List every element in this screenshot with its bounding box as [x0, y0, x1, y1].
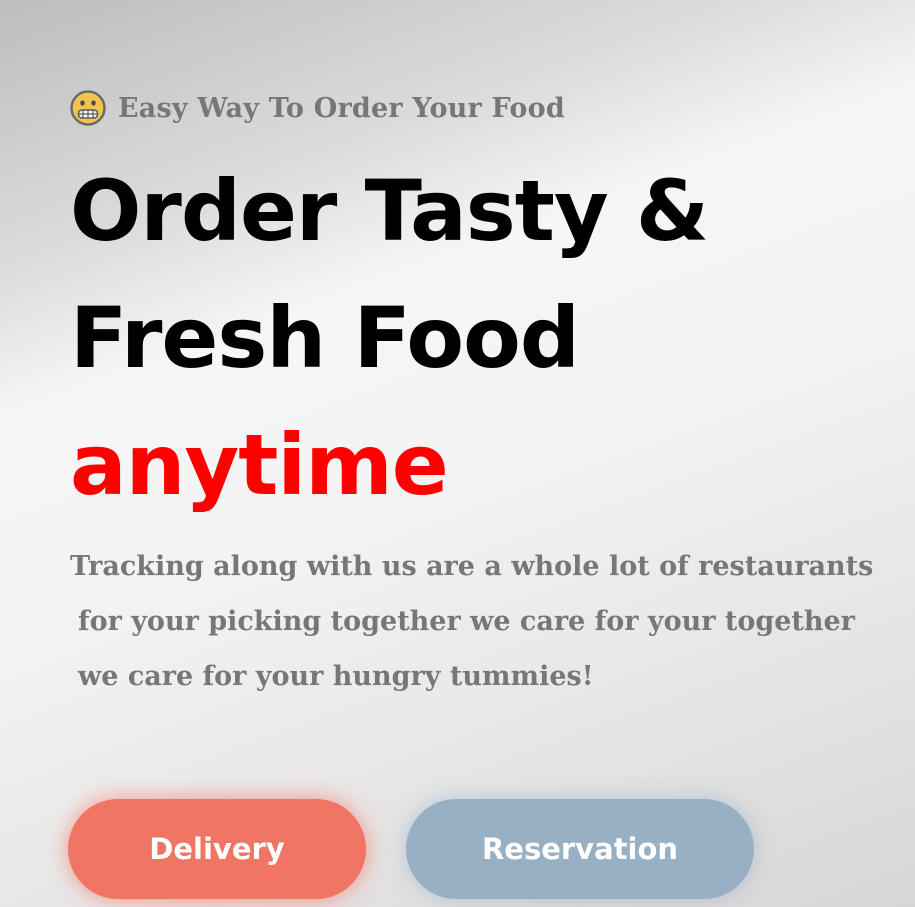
description-line-2: for your picking together we care for yo…	[78, 606, 855, 637]
page-headline: Order Tasty & Fresh Food anytime	[70, 148, 900, 529]
tagline-text: Easy Way To Order Your Food	[118, 92, 565, 124]
description-line-1: Tracking along with us are a whole lot o…	[70, 551, 874, 582]
headline-line-2: Fresh Food	[70, 289, 580, 387]
hero-actions: Delivery Reservation	[68, 799, 754, 899]
hero-section: Easy Way To Order Your Food Order Tasty …	[70, 88, 900, 704]
tagline: Easy Way To Order Your Food	[70, 88, 900, 128]
headline-line-1: Order Tasty &	[70, 162, 709, 260]
grimacing-face-icon	[70, 90, 106, 126]
description-line-3: we care for your hungry tummies!	[78, 661, 594, 692]
headline-accent: anytime	[70, 416, 449, 514]
hero-description: Tracking along with us are a whole lot o…	[70, 539, 900, 704]
delivery-button[interactable]: Delivery	[68, 799, 366, 899]
reservation-button[interactable]: Reservation	[406, 799, 754, 899]
